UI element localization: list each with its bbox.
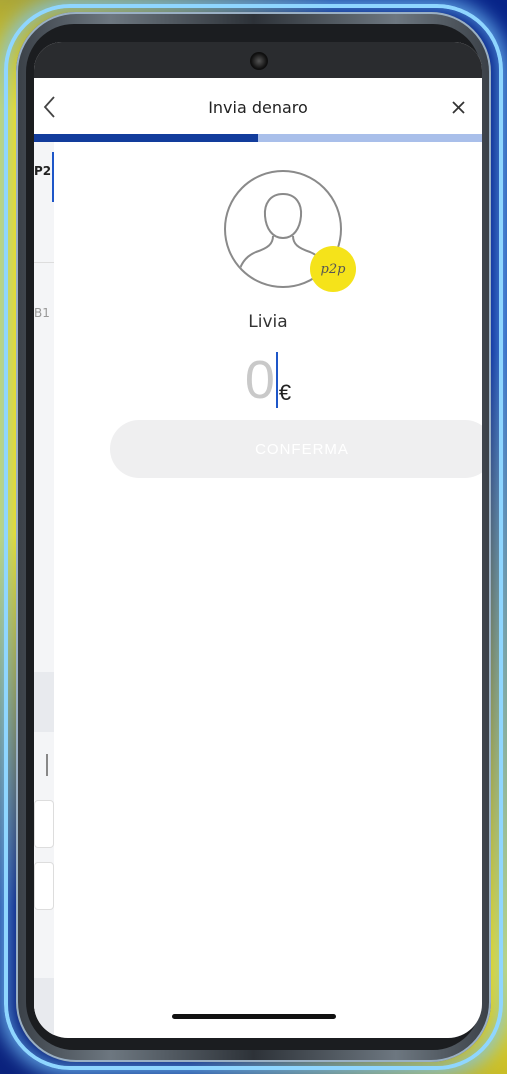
confirm-button[interactable]: CONFERMA <box>110 420 482 478</box>
currency-symbol: € <box>278 380 292 405</box>
recipient-name: Livia <box>248 312 288 332</box>
background-card <box>34 800 54 848</box>
background-panel <box>34 672 54 732</box>
amount-value: 0 <box>244 350 275 410</box>
text-cursor <box>275 352 278 408</box>
front-camera <box>250 52 268 70</box>
page-title: Invia denaro <box>208 98 308 117</box>
background-tab: P2 <box>34 152 54 202</box>
send-money-content: p2p Livia 0 € CONFERMA <box>54 142 482 1038</box>
home-indicator[interactable] <box>172 1014 336 1019</box>
progress-bar-fill <box>34 134 258 142</box>
background-text: B1 <box>34 306 50 320</box>
phone-screen: Invia denaro P2 B1 p2p Livia 0 € CONFERM… <box>34 42 482 1038</box>
close-icon <box>452 101 465 114</box>
p2p-badge: p2p <box>310 246 356 292</box>
background-panel <box>34 978 54 1038</box>
background-card <box>34 862 54 910</box>
background-divider <box>46 754 48 776</box>
background-page-fragment: P2 B1 <box>34 142 54 1038</box>
header: Invia denaro <box>34 78 482 134</box>
progress-bar <box>34 134 482 142</box>
close-button[interactable] <box>450 96 468 118</box>
divider <box>34 262 54 263</box>
amount-input[interactable]: 0 € <box>54 352 482 412</box>
status-bar <box>34 42 482 78</box>
